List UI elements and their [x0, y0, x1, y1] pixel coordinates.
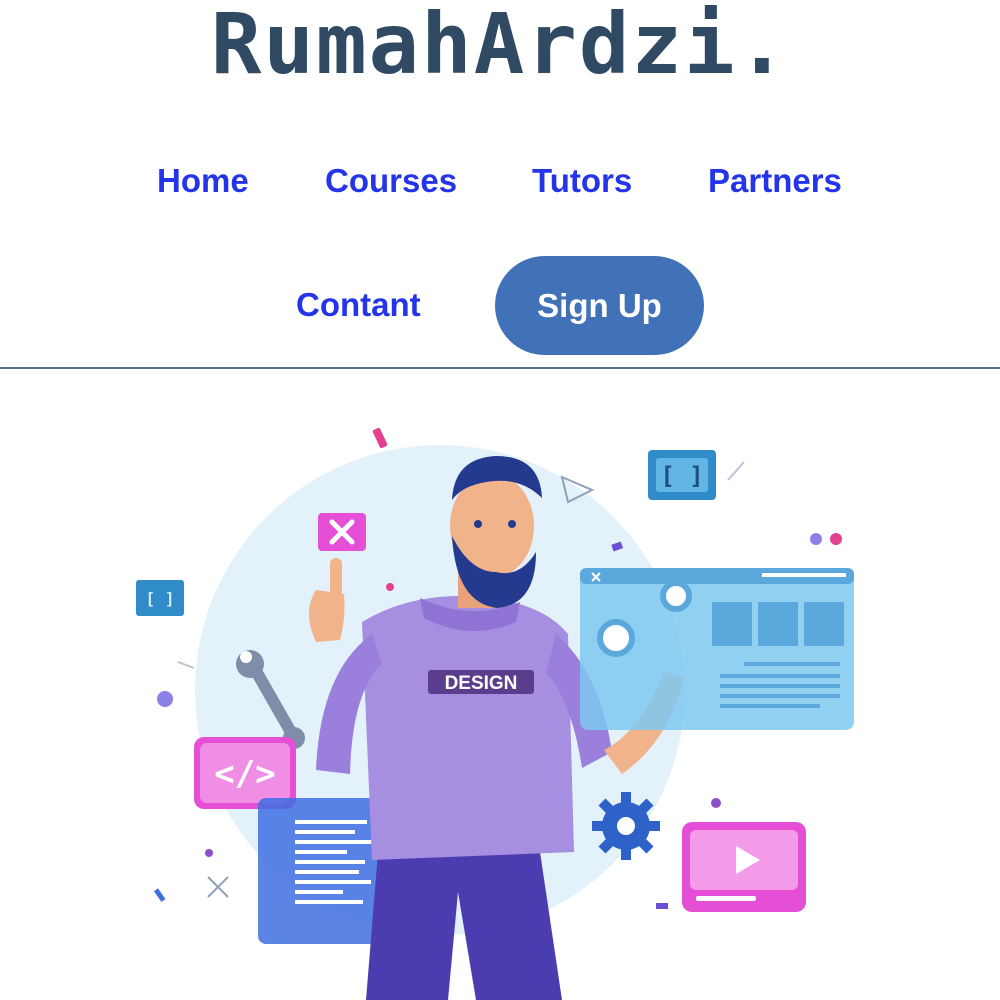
nav-contant-link[interactable]: Contant	[296, 282, 421, 328]
confetti-shape	[727, 461, 745, 481]
nav-courses-link[interactable]: Courses	[325, 158, 457, 204]
nav-partners-link[interactable]: Partners	[708, 158, 842, 204]
touch-point-icon	[597, 619, 635, 657]
confetti-shape	[157, 691, 173, 707]
confetti-shape	[656, 903, 668, 909]
sign-up-button[interactable]: Sign Up	[495, 256, 704, 355]
confetti-shape	[372, 427, 388, 449]
touch-point-icon	[660, 580, 692, 612]
confetti-shape	[205, 849, 213, 857]
confetti-shape	[177, 661, 195, 669]
person-torso	[362, 595, 574, 860]
brand-logo[interactable]: RumahArdzi.	[0, 2, 1000, 86]
gear-icon	[592, 792, 660, 860]
shirt-label-text: DESIGN	[445, 673, 518, 694]
nav-home-link[interactable]: Home	[157, 158, 249, 204]
confetti-shape	[711, 798, 721, 808]
confetti-shape	[830, 533, 842, 545]
bracket-tag-text: [ ]	[660, 462, 703, 490]
header-divider	[0, 367, 1000, 369]
hero-illustration: [ ] [ ] </> DESIGN	[0, 372, 1000, 1000]
person-legs	[366, 852, 562, 1000]
code-tag-text: </>	[214, 754, 275, 794]
confetti-shape	[207, 876, 229, 898]
svg-text:[ ]: [ ]	[146, 589, 175, 608]
confetti-shape	[386, 583, 394, 591]
nav-tutors-link[interactable]: Tutors	[532, 158, 632, 204]
confetti-shape	[153, 888, 166, 902]
confetti-shape	[810, 533, 822, 545]
